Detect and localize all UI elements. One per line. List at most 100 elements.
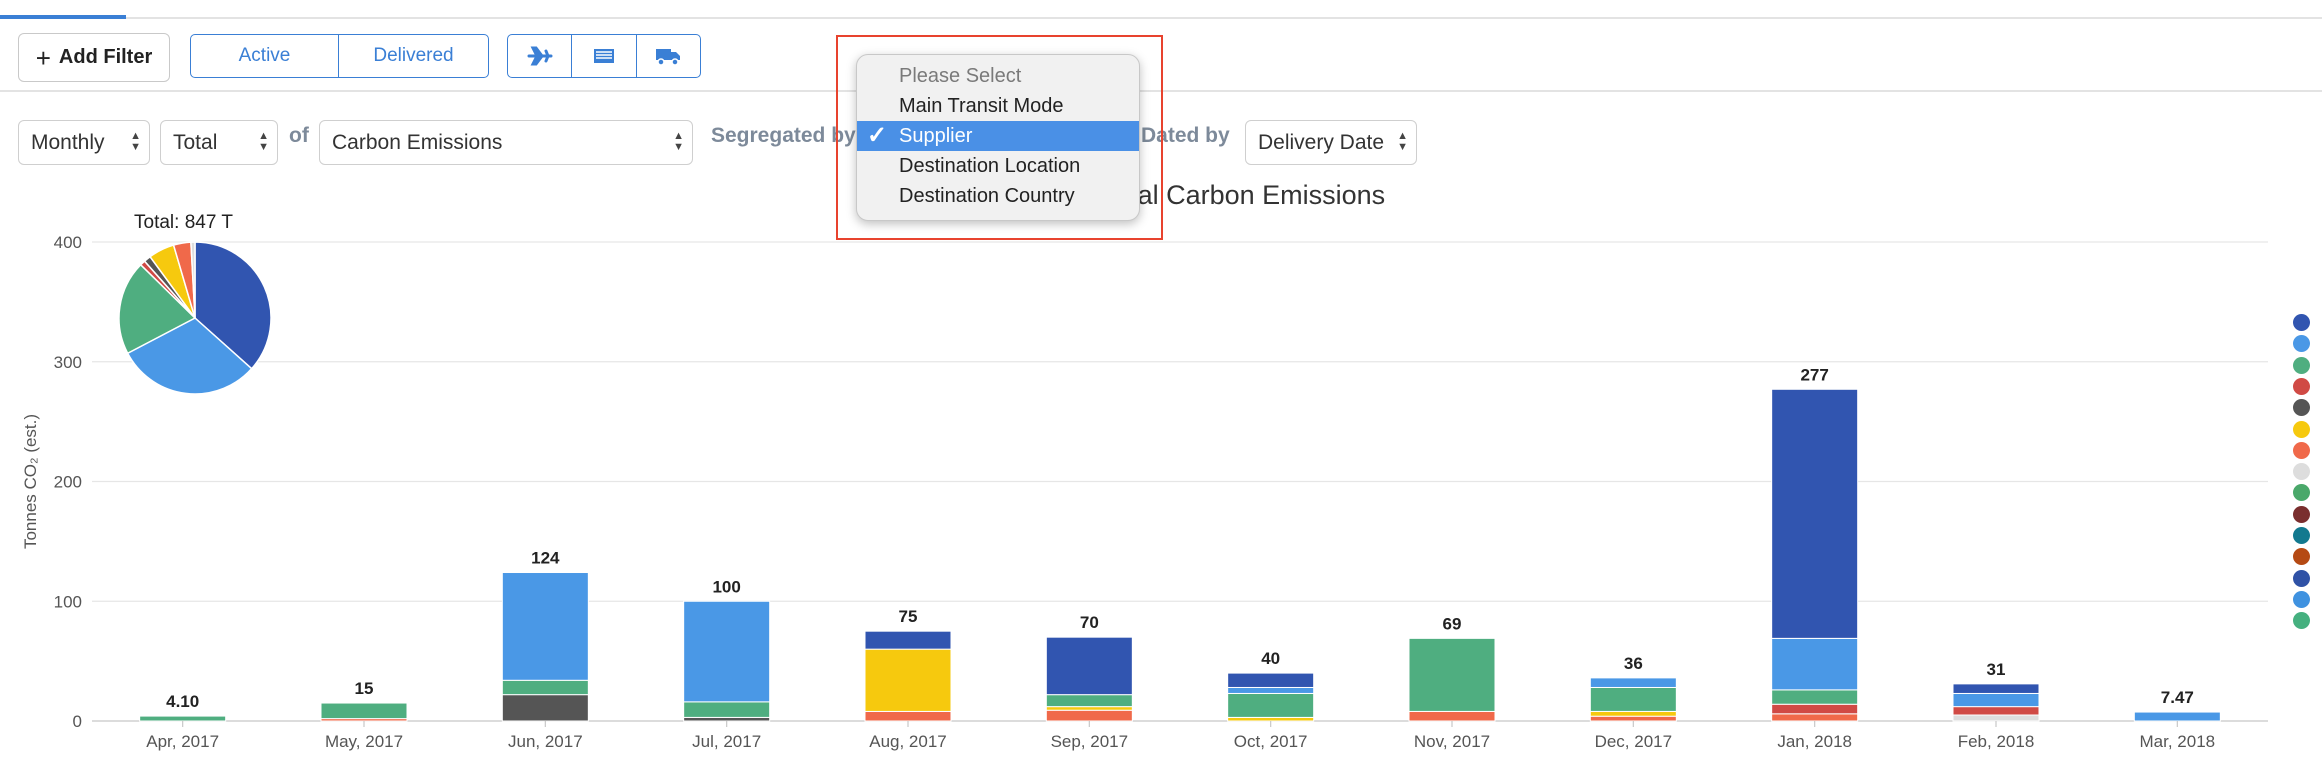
dropdown-option-label: Supplier [899,125,973,147]
legend-marker[interactable] [2293,569,2310,587]
active-tab-indicator [0,15,126,19]
dropdown-option-supplier[interactable]: ✓ Supplier [857,121,1139,151]
top-divider [0,17,2322,19]
status-segmented-control: Active Delivered [190,34,489,78]
bar-segment [1227,672,1315,688]
bar-segment [1045,706,1133,711]
y-tick-label: 200 [54,473,82,492]
legend-marker[interactable] [2293,420,2310,438]
date-field-value: Delivery Date [1258,130,1385,154]
truck-icon[interactable] [635,35,700,77]
date-field-select[interactable]: Delivery Date ▲ ▼ [1245,120,1417,165]
bar-segment [501,679,589,696]
bar-segment [1408,710,1496,722]
bar-segment [1589,715,1677,722]
legend-marker[interactable] [2293,441,2310,459]
x-tick-label: Mar, 2018 [2140,732,2216,751]
stacked-bar-chart: 0 100 200 300 400 Tonnes CO₂ (est.) 4.10 Apr, 2… [21,233,2268,751]
segregated-by-dropdown: Please Select Main Transit Mode ✓ Suppli… [856,54,1140,221]
checkmark-icon: ✓ [867,122,888,149]
bar-segment [1952,714,2040,722]
plus-icon: + [35,42,51,73]
tab-delivered[interactable]: Delivered [338,35,488,77]
bar-segment [1589,677,1677,688]
bar-total-label: 70 [1080,613,1099,632]
bar-total-label: 15 [355,679,374,698]
bar-segment [1227,686,1315,694]
select-arrows-icon: ▲ ▼ [1397,130,1408,153]
bar-total-label: 40 [1261,649,1280,668]
x-tick-label: Feb, 2018 [1958,732,2035,751]
bar-segment [1589,710,1677,717]
bar-segment [1771,689,1859,705]
ship-icon[interactable] [571,35,635,77]
legend-marker[interactable] [2293,377,2310,395]
bar-segment [1952,706,2040,716]
aggregate-value: Total [173,130,218,154]
dropdown-option-main-transit-mode[interactable]: Main Transit Mode [857,91,1139,121]
x-tick-label: Sep, 2017 [1051,732,1129,751]
bar-total-label: 4.10 [166,692,199,711]
bar-total-label: 69 [1443,614,1462,633]
legend-marker[interactable] [2293,356,2310,374]
bar-total-label: 277 [1800,365,1828,384]
dropdown-option-destination-location[interactable]: Destination Location [857,151,1139,181]
legend-marker[interactable] [2293,527,2310,544]
bar-segment [1771,713,1859,722]
x-tick-label: Jan, 2018 [1777,732,1852,751]
tab-active[interactable]: Active [191,35,338,77]
bar-segment [864,630,952,650]
bar-segment [501,572,589,681]
bar-segment [683,716,771,722]
bar-total-label: 31 [1987,660,2006,679]
bar-segment [320,702,408,720]
x-tick-label: May, 2017 [325,732,403,751]
x-tick-label: Jun, 2017 [508,732,583,751]
bar-total-label: 36 [1624,654,1643,673]
pie-total-label: Total: 847 T [134,212,233,233]
add-filter-label: Add Filter [58,46,153,68]
bar-segment [1771,637,1859,691]
bar-segment [1045,636,1133,696]
x-tick-label: Nov, 2017 [1414,732,1490,751]
aggregate-select[interactable]: Total ▲ ▼ [160,120,278,165]
bar-segment [1771,703,1859,715]
select-arrows-icon: ▲ ▼ [130,130,141,153]
segregated-by-label: Segregated by [711,124,856,147]
bar-total-label: 124 [531,549,560,568]
bar-segment [1952,683,2040,694]
y-tick-label: 400 [54,233,82,252]
period-select[interactable]: Monthly ▲ ▼ [18,120,150,165]
bar-segment [864,710,952,722]
bar-segment [1227,692,1315,718]
x-tick-label: Aug, 2017 [869,732,947,751]
of-label: of [289,124,309,147]
transport-mode-segmented-control [507,34,701,78]
dropdown-option-destination-country[interactable]: Destination Country [857,181,1139,211]
bar-segment [1408,637,1496,712]
select-arrows-icon: ▲ ▼ [258,130,269,153]
dropdown-option-please-select[interactable]: Please Select [857,61,1139,91]
legend-marker[interactable] [2293,590,2310,608]
y-axis-label: Tonnes CO₂ (est.) [21,414,40,549]
bar-segment [501,694,589,722]
y-tick-label: 300 [54,353,82,372]
bar-total-label: 100 [712,577,740,596]
bar-segment [683,600,771,703]
legend-marker[interactable] [2293,314,2310,331]
bar-segment [1771,388,1859,639]
bar-segment [1045,694,1133,708]
legend-marker[interactable] [2293,505,2310,523]
bar-total-label: 75 [899,607,918,626]
x-tick-label: Jul, 2017 [692,732,761,751]
bar-total-label: 7.47 [2161,688,2194,707]
metric-value: Carbon Emissions [332,130,503,154]
select-arrows-icon: ▲ ▼ [673,130,684,153]
x-tick-label: Apr, 2017 [146,732,219,751]
metric-select[interactable]: Carbon Emissions ▲ ▼ [319,120,693,165]
bar-segment [2133,711,2221,722]
add-filter-button[interactable]: + Add Filter [18,33,170,82]
plane-icon[interactable] [508,35,571,77]
legend-marker[interactable] [2293,463,2310,481]
bar-segment [683,701,771,718]
